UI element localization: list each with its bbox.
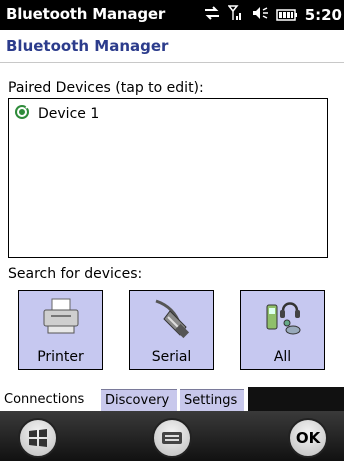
search-serial-button[interactable]: Serial xyxy=(129,290,214,370)
softkey-bar: OK xyxy=(0,411,344,461)
printer-label: Printer xyxy=(37,349,84,365)
signal-icon[interactable] xyxy=(227,4,244,26)
clock[interactable]: 5:20 xyxy=(305,6,342,24)
paired-devices-label: Paired Devices (tap to edit): xyxy=(8,80,204,96)
tab-settings[interactable]: Settings xyxy=(180,389,244,411)
serial-label: Serial xyxy=(151,349,192,365)
bluetooth-device-icon xyxy=(14,104,30,124)
volume-icon[interactable] xyxy=(251,5,269,25)
page-header: Bluetooth Manager xyxy=(0,30,344,63)
search-devices-label: Search for devices: xyxy=(8,266,143,282)
list-item-device[interactable]: Device 1 xyxy=(14,104,99,124)
printer-icon xyxy=(43,298,78,334)
title-bar: Bluetooth Manager 5:20 xyxy=(0,0,344,30)
keyboard-icon xyxy=(162,432,182,444)
paired-devices-list[interactable]: Device 1 xyxy=(8,98,328,258)
battery-icon[interactable] xyxy=(275,6,298,25)
search-all-button[interactable]: All xyxy=(240,290,325,370)
all-label: All xyxy=(273,349,292,365)
tab-connections[interactable]: Connections xyxy=(0,389,96,411)
device-name: Device 1 xyxy=(38,106,100,122)
connectivity-icon[interactable] xyxy=(203,5,221,25)
tab-strip-filler xyxy=(248,387,344,411)
tab-discovery[interactable]: Discovery xyxy=(101,389,177,411)
windows-logo-icon xyxy=(29,429,47,447)
serial-cable-icon xyxy=(154,299,189,339)
keyboard-button[interactable] xyxy=(152,418,192,458)
start-button[interactable] xyxy=(18,418,58,458)
ok-button[interactable]: OK xyxy=(288,418,328,458)
page-title: Bluetooth Manager xyxy=(6,37,169,55)
ok-label: OK xyxy=(295,429,321,447)
search-printer-button[interactable]: Printer xyxy=(18,290,103,370)
tab-strip: Connections Discovery Settings xyxy=(0,387,344,411)
status-icons: 5:20 xyxy=(203,0,344,30)
app-title: Bluetooth Manager xyxy=(6,5,166,23)
all-devices-icon xyxy=(266,302,300,335)
